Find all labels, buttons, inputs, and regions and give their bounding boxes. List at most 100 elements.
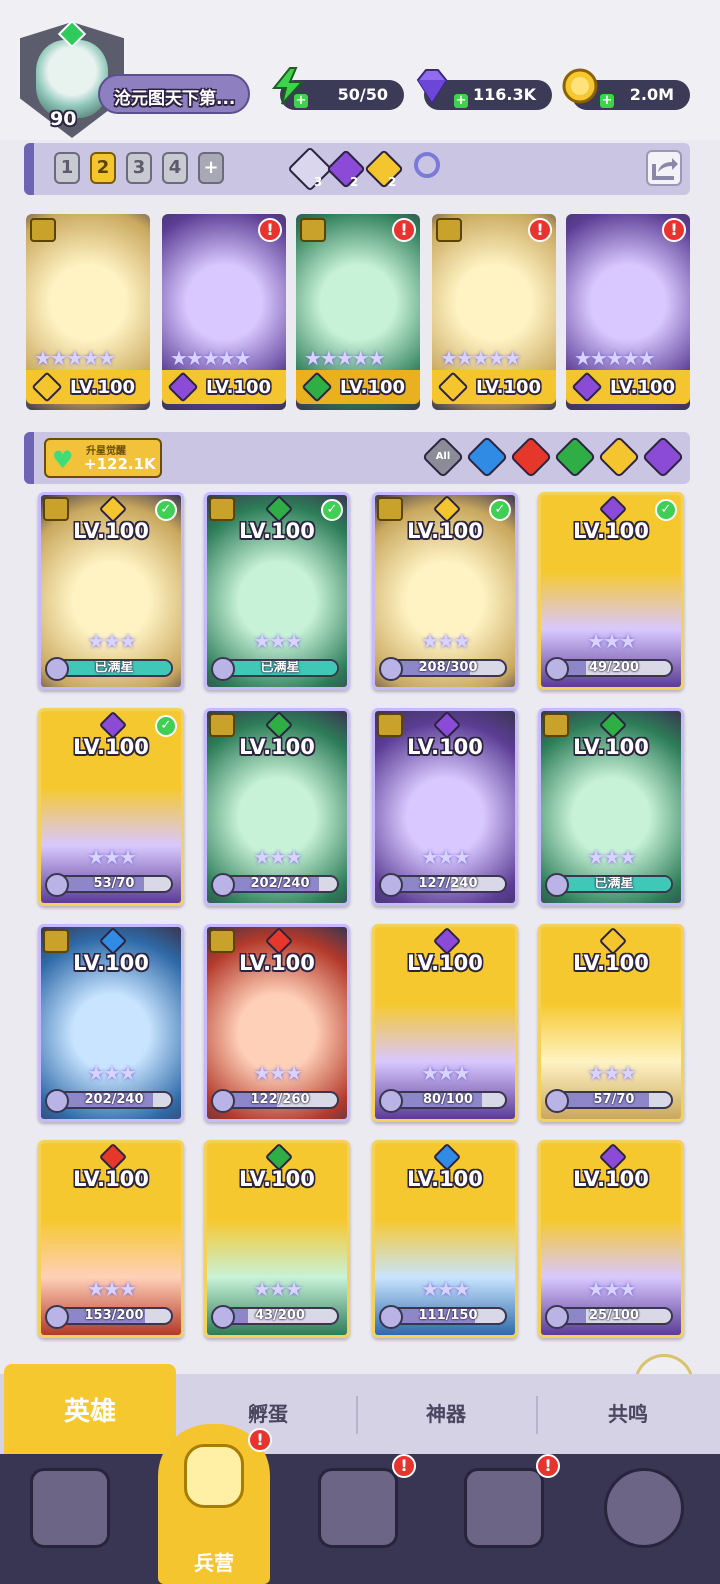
map-alert-badge: ! — [392, 1454, 416, 1478]
star-rating: ★★★ — [253, 629, 303, 653]
tab-heroes[interactable]: 英雄 — [4, 1364, 176, 1454]
star-rating: ★★★ — [587, 845, 637, 869]
hero-card[interactable]: LV.100 ★★★ 122/260 — [204, 924, 350, 1122]
hero-card[interactable]: ✓ LV.100 ★★★ 49/200 — [538, 492, 684, 690]
hero-level: LV.100 — [239, 519, 315, 543]
star-rating: ★★★★★ — [34, 346, 116, 370]
hero-card[interactable]: ✓ LV.100 ★★★ 已满星 — [204, 492, 350, 690]
shard-progress-text: 202/240 — [84, 1092, 144, 1107]
awaken-button[interactable]: ♥ 升星觉醒 +122.1K — [44, 438, 162, 478]
shard-progress-text: 57/70 — [593, 1092, 635, 1107]
check-icon: ✓ — [655, 499, 677, 521]
alert-badge: ! — [392, 218, 416, 242]
hero-card[interactable]: ✓ LV.100 ★★★ 53/70 — [38, 708, 184, 906]
share-button[interactable] — [646, 150, 682, 186]
hero-card[interactable]: LV.100 ★★★ 202/240 — [38, 924, 184, 1122]
hero-card[interactable]: LV.100 ★★★ 202/240 — [204, 708, 350, 906]
shard-progress-text: 25/100 — [589, 1308, 639, 1323]
top-bar: 90 沧元图天下第... + 50/50 + 116.3K + 2.0M — [0, 0, 720, 140]
star-rating: ★★★ — [87, 845, 137, 869]
shard-progress-bar: 202/240 — [55, 1091, 173, 1109]
hero-card[interactable]: LV.100 ★★★ 43/200 — [204, 1140, 350, 1338]
add-gems-icon[interactable]: + — [454, 94, 468, 108]
hero-card[interactable]: LV.100 ★★★ 25/100 — [538, 1140, 684, 1338]
tab-resonance[interactable]: 共鸣 — [540, 1374, 716, 1454]
shard-progress-text: 111/150 — [418, 1308, 478, 1323]
hero-card[interactable]: LV.100 ★★★ 153/200 — [38, 1140, 184, 1338]
gold-value: 2.0M — [629, 85, 674, 104]
team-hero-card[interactable]: ★★★★★ LV.100 — [26, 214, 150, 410]
water-filter-icon[interactable] — [465, 435, 509, 479]
shard-icon — [45, 1305, 69, 1329]
dark-filter-icon[interactable] — [641, 435, 685, 479]
hero-card[interactable]: LV.100 ★★★ 57/70 — [538, 924, 684, 1122]
team-tab-4[interactable]: 4 — [162, 152, 188, 184]
hero-level: LV.100 — [407, 519, 483, 543]
hero-card[interactable]: ✓ LV.100 ★★★ 208/300 — [372, 492, 518, 690]
shard-icon — [545, 1089, 569, 1113]
hero-level: LV.100 — [340, 377, 406, 398]
gold-counter[interactable]: + 2.0M — [562, 68, 690, 110]
star-rating: ★★★ — [253, 1277, 303, 1301]
gems-counter[interactable]: + 116.3K — [416, 69, 552, 110]
light-filter-icon[interactable] — [597, 435, 641, 479]
cards-icon[interactable] — [30, 1468, 110, 1548]
hero-card[interactable]: LV.100 ★★★ 已满星 — [538, 708, 684, 906]
shard-icon — [211, 873, 235, 897]
shard-progress-bar: 已满星 — [555, 875, 673, 893]
player-name-pill[interactable]: 沧元图天下第... — [98, 74, 250, 114]
share-icon — [652, 158, 678, 180]
energy-counter[interactable]: + 50/50 — [271, 67, 404, 110]
bow-count: 3 — [314, 175, 323, 189]
team-tab-2[interactable]: 2 — [90, 152, 116, 184]
nature-filter-icon[interactable] — [553, 435, 597, 479]
heart-icon: ♥ — [52, 446, 74, 474]
add-energy-icon[interactable]: + — [294, 94, 308, 108]
team-hero-card[interactable]: ★★★★★ LV.100! — [296, 214, 420, 410]
add-gold-icon[interactable]: + — [600, 94, 614, 108]
hero-level: LV.100 — [73, 735, 149, 759]
shard-progress-text: 80/100 — [423, 1092, 473, 1107]
shard-progress-text: 43/200 — [255, 1308, 305, 1323]
team-tab-1[interactable]: 1 — [54, 152, 80, 184]
team-hero-card[interactable]: ★★★★★ LV.100! — [432, 214, 556, 410]
rank-badge — [300, 218, 326, 242]
hero-card[interactable]: LV.100 ★★★ 111/150 — [372, 1140, 518, 1338]
hero-card[interactable]: LV.100 ★★★ 127/240 — [372, 708, 518, 906]
fire-filter-icon[interactable] — [509, 435, 553, 479]
hero-level: LV.100 — [407, 735, 483, 759]
hero-card[interactable]: LV.100 ★★★ 80/100 — [372, 924, 518, 1122]
star-rating: ★★★ — [87, 1061, 137, 1085]
hero-card[interactable]: ✓ LV.100 ★★★ 已满星 — [38, 492, 184, 690]
star-rating: ★★★ — [587, 1277, 637, 1301]
shard-progress-text: 208/300 — [418, 660, 478, 675]
map-icon[interactable] — [318, 1468, 398, 1548]
hero-level: LV.100 — [407, 1167, 483, 1191]
hero-level: LV.100 — [73, 951, 149, 975]
hero-level: LV.100 — [73, 1167, 149, 1191]
shard-progress-bar: 已满星 — [55, 659, 173, 677]
filter-all-button[interactable]: All — [421, 435, 465, 479]
add-team-button[interactable]: + — [198, 152, 224, 184]
shard-progress-bar: 已满星 — [221, 659, 339, 677]
tab-artifacts[interactable]: 神器 — [360, 1374, 532, 1454]
team-hero-card[interactable]: ★★★★★ LV.100! — [162, 214, 286, 410]
hero-level: LV.100 — [610, 377, 676, 398]
search-icon[interactable] — [414, 152, 440, 178]
shard-icon — [545, 873, 569, 897]
team-tab-3[interactable]: 3 — [126, 152, 152, 184]
shard-progress-text: 202/240 — [250, 876, 310, 891]
mushroom-icon[interactable] — [604, 1468, 684, 1548]
gems-value: 116.3K — [472, 85, 536, 104]
sub-tabs: 英雄 孵蛋 神器 共鸣 — [0, 1364, 720, 1454]
shard-icon — [211, 657, 235, 681]
rank-badge — [43, 929, 69, 953]
temple-icon[interactable] — [464, 1468, 544, 1548]
check-icon: ✓ — [155, 715, 177, 737]
bow-icon — [287, 146, 333, 192]
rank-badge — [209, 713, 235, 737]
dark-count: 2 — [350, 175, 359, 189]
divider — [536, 1396, 538, 1434]
team-hero-card[interactable]: ★★★★★ LV.100! — [566, 214, 690, 410]
shard-icon — [379, 657, 403, 681]
